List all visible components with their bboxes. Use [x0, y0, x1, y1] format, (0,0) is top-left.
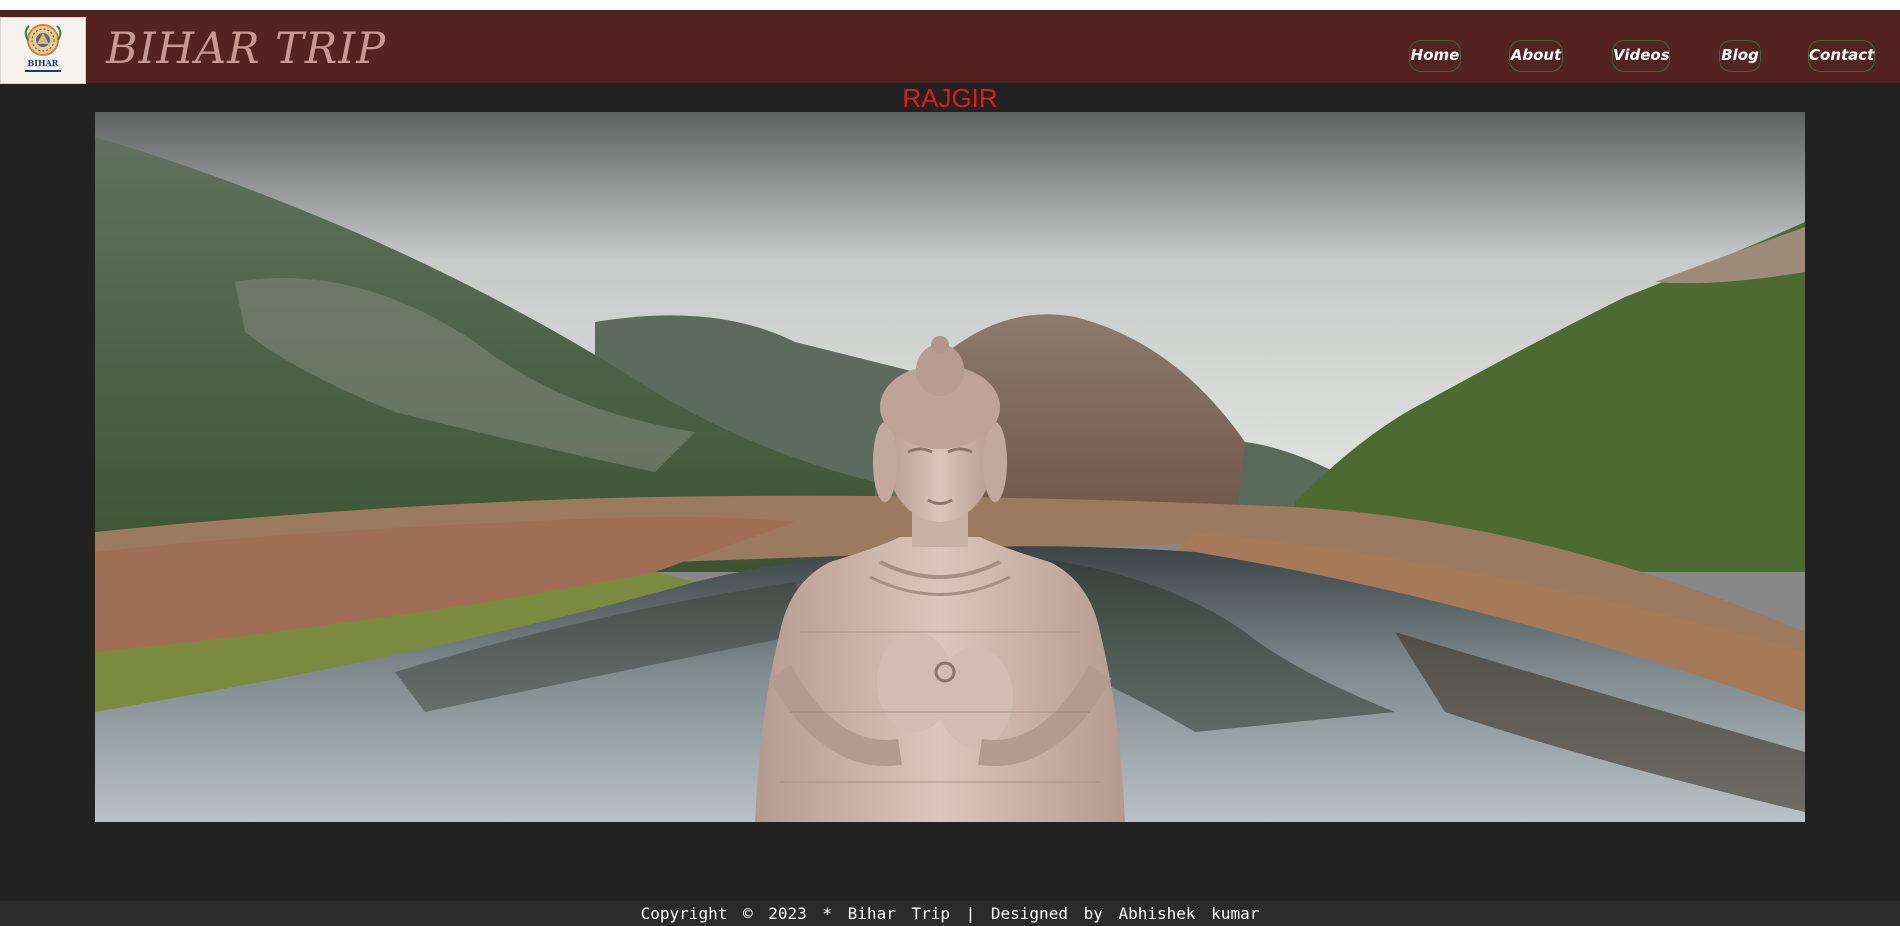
top-strip: [0, 0, 1900, 10]
logo-text: BIHAR: [28, 58, 59, 68]
site-title: BIHAR TRIP: [106, 24, 387, 74]
hero-image: [95, 112, 1805, 822]
nav-videos[interactable]: Videos: [1612, 40, 1670, 72]
nav-home[interactable]: Home: [1409, 40, 1461, 72]
footer: Copyright © 2023 * Bihar Trip | Designed…: [0, 901, 1900, 926]
navbar: BIHAR BIHAR TRIP Home About Videos Blog …: [0, 10, 1900, 84]
bihar-seal-logo: BIHAR: [1, 18, 85, 83]
nav-contact[interactable]: Contact: [1808, 40, 1875, 72]
rajgir-landscape-image: [95, 112, 1805, 822]
site-logo[interactable]: BIHAR: [0, 17, 86, 84]
page-heading: RAJGIR: [902, 83, 998, 113]
footer-copyright: Copyright © 2023 * Bihar Trip | Designed…: [640, 904, 1260, 923]
nav-blog[interactable]: Blog: [1719, 40, 1761, 72]
nav-about[interactable]: About: [1509, 40, 1563, 72]
